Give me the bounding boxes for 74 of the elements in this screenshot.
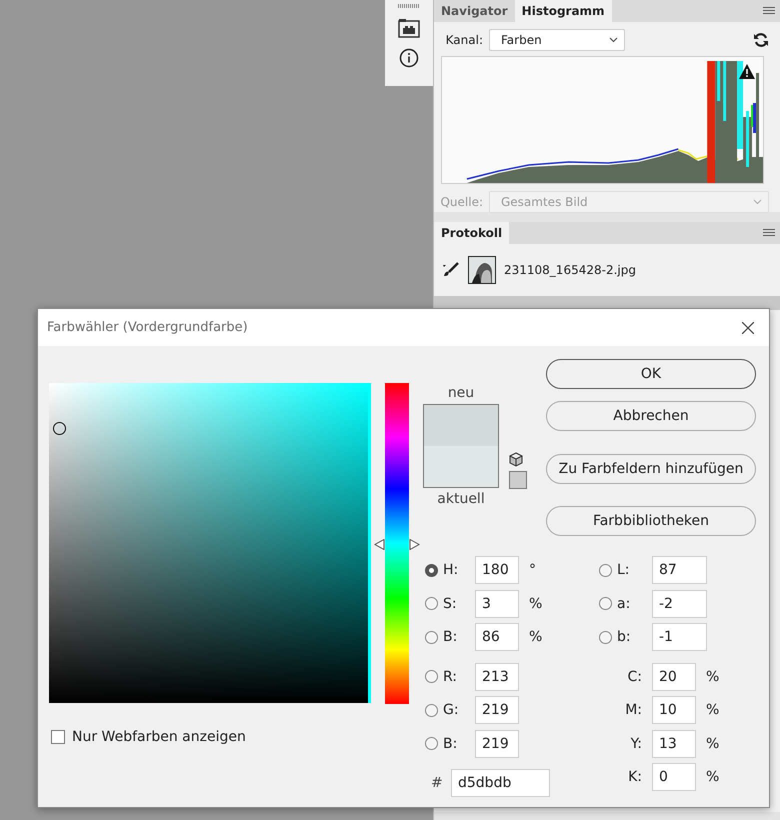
field-label: G: <box>443 702 460 718</box>
value-field[interactable]: 20 <box>652 662 696 690</box>
radio-button[interactable] <box>425 670 438 683</box>
refresh-icon[interactable] <box>753 32 769 48</box>
brush-icon[interactable] <box>442 262 460 278</box>
color-marker[interactable] <box>52 422 66 435</box>
value-field[interactable]: 219 <box>475 730 519 758</box>
field-label: K: <box>627 769 642 785</box>
field-label: M: <box>624 702 642 718</box>
bricks-icon[interactable] <box>398 18 420 38</box>
value-field[interactable]: 3 <box>475 590 519 618</box>
field-label: C: <box>626 668 642 684</box>
snapshot-name[interactable]: 231108_165428-2.jpg <box>504 263 636 277</box>
dialog-button[interactable]: Abbrechen <box>546 401 756 431</box>
radio-button[interactable] <box>599 597 612 610</box>
field-label: L: <box>617 562 631 578</box>
value-field[interactable]: 10 <box>652 696 696 724</box>
field-label: S: <box>443 596 458 612</box>
field-label: a: <box>617 596 632 612</box>
unit-label: % <box>529 629 542 645</box>
field-label: Y: <box>630 736 642 752</box>
value-field[interactable]: 213 <box>475 662 519 690</box>
dialog-button[interactable]: Zu Farbfeldern hinzufügen <box>546 454 756 484</box>
unit-label: % <box>706 769 720 785</box>
radio-button[interactable] <box>425 597 438 610</box>
close-icon[interactable] <box>742 322 754 334</box>
value-field[interactable]: 0 <box>652 763 696 791</box>
field-label: B: <box>443 736 458 752</box>
value-field[interactable]: -1 <box>652 623 707 651</box>
radio-button[interactable] <box>425 737 438 750</box>
hex-field[interactable]: d5dbdb <box>451 769 550 797</box>
value-field[interactable]: 86 <box>475 623 519 651</box>
value-field[interactable]: 219 <box>475 696 519 724</box>
radio-button[interactable] <box>425 564 438 576</box>
field-label: b: <box>617 629 632 645</box>
field-label: H: <box>443 562 460 578</box>
web-safe-swatch[interactable] <box>509 471 527 489</box>
panel-tab[interactable]: Histogramm <box>514 0 612 22</box>
hex-label: # <box>430 775 444 791</box>
dialog-button[interactable]: Farbbibliotheken <box>546 506 756 536</box>
unit-label: ° <box>529 562 536 578</box>
hue-slider-thumb[interactable] <box>374 538 420 550</box>
warning-icon[interactable] <box>739 64 755 79</box>
swatch-label: aktuell <box>437 491 485 507</box>
unit-label: % <box>706 736 720 752</box>
checkbox[interactable] <box>51 730 65 744</box>
unit-label: % <box>706 668 720 684</box>
source-label: Quelle: <box>440 195 483 209</box>
channel-dropdown[interactable]: Farben <box>489 29 625 51</box>
unit-label: % <box>706 702 720 718</box>
dialog-button[interactable]: OK <box>546 359 756 389</box>
field-label: B: <box>443 629 458 645</box>
channel-label: Kanal: <box>444 33 483 47</box>
radio-button[interactable] <box>599 630 612 644</box>
swatch-label: neu <box>448 385 474 401</box>
chevron-icon <box>753 199 762 205</box>
radio-button[interactable] <box>599 564 612 576</box>
value-field[interactable]: 13 <box>652 730 696 758</box>
value-field[interactable]: 180 <box>475 556 519 584</box>
menu-icon[interactable] <box>763 7 775 15</box>
value-field[interactable]: -2 <box>652 590 707 618</box>
menu-icon[interactable] <box>763 229 775 237</box>
web-colors-label: Nur Webfarben anzeigen <box>72 729 246 745</box>
dialog-title: Farbwähler (Vordergrundfarbe) <box>47 320 248 335</box>
panel-tab[interactable]: Protokoll <box>434 222 510 244</box>
unit-label: % <box>529 596 542 612</box>
field-label: R: <box>443 668 458 684</box>
value-field[interactable]: 87 <box>652 556 707 584</box>
panel-tab[interactable]: Navigator <box>434 0 515 22</box>
chevron-icon <box>609 37 618 43</box>
info-icon[interactable] <box>399 48 419 68</box>
cube-icon[interactable] <box>509 452 523 467</box>
radio-button[interactable] <box>425 704 438 716</box>
radio-button[interactable] <box>425 630 438 644</box>
